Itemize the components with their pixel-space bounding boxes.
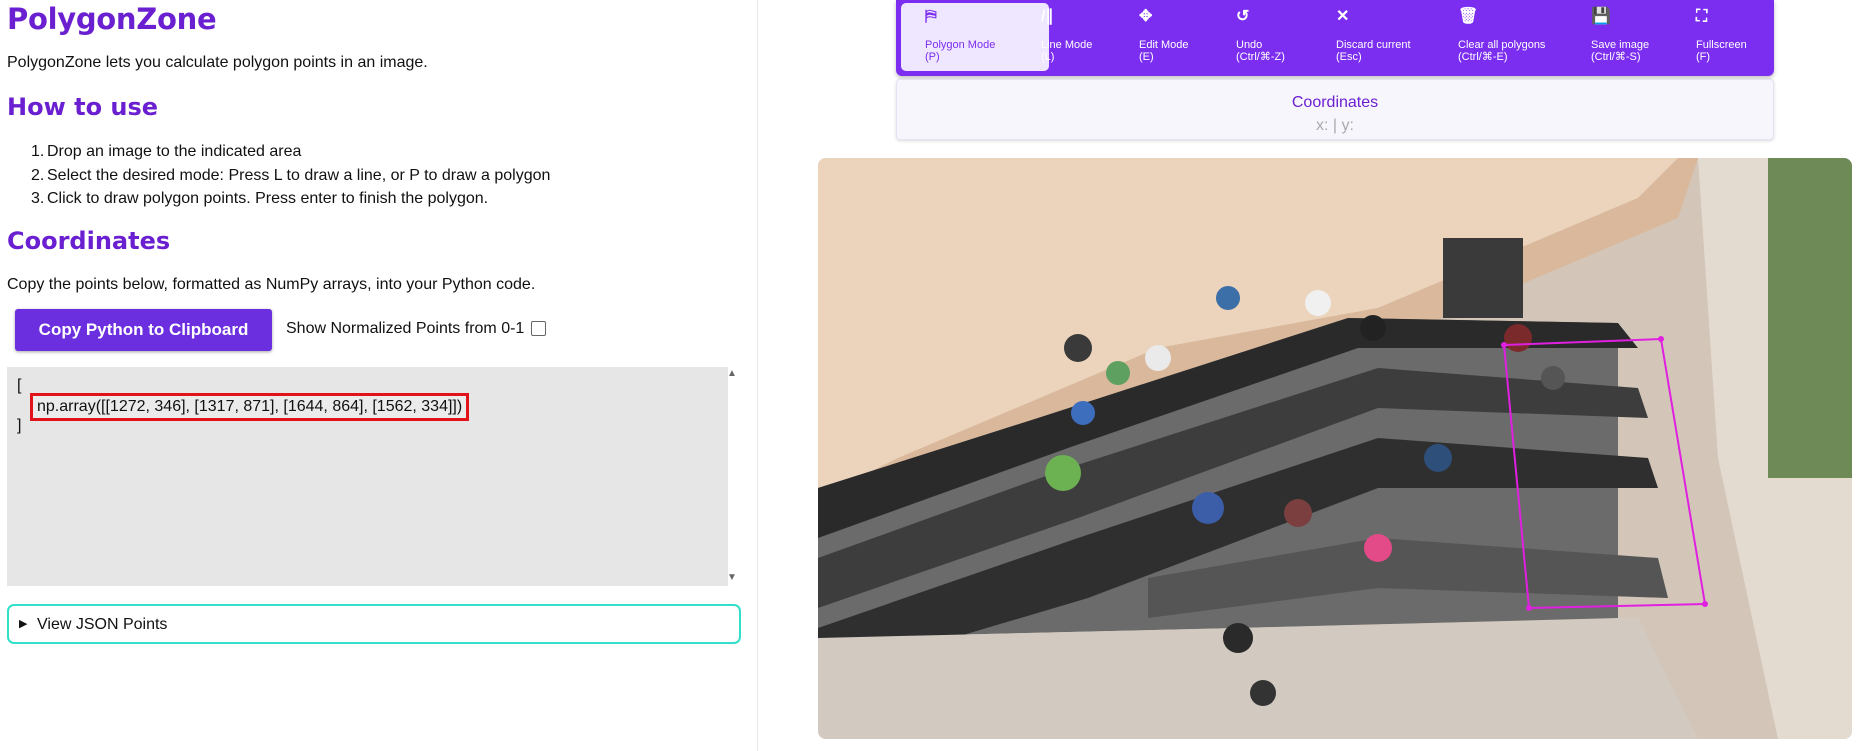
disclosure-triangle-icon: ▶	[19, 618, 28, 630]
coordinates-heading: Coordinates	[7, 227, 171, 255]
polygon-vertex	[1526, 605, 1532, 611]
fullscreen-button[interactable]: ⛶ Fullscreen (F)	[1696, 3, 1768, 71]
coordinates-panel: Coordinates x: | y:	[896, 79, 1774, 140]
save-icon: 💾	[1591, 8, 1611, 25]
app-title: PolygonZone	[7, 2, 217, 36]
trash-icon: 🗑	[1458, 8, 1479, 25]
step-item: Select the desired mode: Press L to draw…	[31, 164, 551, 187]
line-mode-button[interactable]: /∥ Line Mode (L)	[1041, 3, 1136, 71]
normalized-points-checkbox[interactable]	[531, 321, 546, 336]
step-item: Click to draw polygon points. Press ente…	[31, 187, 489, 210]
tool-shortcut: (E)	[1139, 51, 1154, 63]
clear-all-polygons-button[interactable]: 🗑 Clear all polygons (Ctrl/⌘-E)	[1458, 3, 1578, 71]
tool-label: Fullscreen	[1696, 39, 1747, 51]
escalator-photo	[818, 158, 1852, 739]
toolbar: ⛿ Polygon Mode (P) /∥ Line Mode (L) ✥ Ed…	[896, 0, 1774, 76]
normalized-points-label: Show Normalized Points from 0-1	[286, 320, 525, 337]
edit-mode-button[interactable]: ✥ Edit Mode (E)	[1139, 3, 1229, 71]
scroll-down-arrow-icon[interactable]: ▼	[727, 572, 737, 583]
step-item: Drop an image to the indicated area	[31, 140, 302, 163]
instructions-panel: PolygonZone PolygonZone lets you calcula…	[0, 0, 758, 751]
json-points-summary: View JSON Points	[37, 616, 168, 633]
tool-shortcut: (Ctrl/⌘-E)	[1458, 51, 1508, 63]
fullscreen-icon: ⛶	[1696, 8, 1708, 25]
tool-label: Clear all polygons	[1458, 39, 1546, 51]
save-image-button[interactable]: 💾 Save image (Ctrl/⌘-S)	[1591, 3, 1686, 71]
coordinates-panel-title: Coordinates	[1291, 94, 1379, 111]
undo-icon: ↺	[1236, 8, 1250, 25]
tool-shortcut: (Ctrl/⌘-Z)	[1236, 51, 1285, 63]
cursor-coordinates-readout: x: | y:	[1316, 117, 1354, 134]
code-open-bracket: [	[17, 377, 22, 394]
how-to-use-heading: How to use	[7, 93, 159, 121]
code-close-bracket: ]	[17, 417, 22, 434]
numpy-array-line: np.array([[1272, 346], [1317, 871], [164…	[30, 393, 470, 421]
copy-description: Copy the points below, formatted as NumP…	[7, 276, 536, 293]
tool-shortcut: (P)	[925, 51, 940, 63]
python-code-textarea[interactable]: [ np.array([[1272, 346], [1317, 871], [1…	[7, 367, 728, 586]
image-canvas[interactable]	[818, 158, 1852, 739]
polygon-icon: ⛿	[925, 8, 937, 25]
scroll-up-arrow-icon[interactable]: ▲	[727, 368, 737, 379]
polygon-vertex	[1501, 342, 1507, 348]
tool-label: Edit Mode	[1139, 39, 1189, 51]
tool-label: Polygon Mode	[925, 39, 996, 51]
polygon-mode-button[interactable]: ⛿ Polygon Mode (P)	[901, 3, 1049, 71]
tool-label: Save image	[1591, 39, 1650, 51]
tool-shortcut: (F)	[1696, 51, 1711, 63]
undo-button[interactable]: ↺ Undo (Ctrl/⌘-Z)	[1236, 3, 1326, 71]
tool-shortcut: (Ctrl/⌘-S)	[1591, 51, 1641, 63]
discard-current-button[interactable]: ✕ Discard current (Esc)	[1336, 3, 1446, 71]
intro-text: PolygonZone lets you calculate polygon p…	[7, 54, 428, 71]
line-icon: /∥	[1041, 8, 1054, 25]
tool-label: Discard current	[1336, 39, 1411, 51]
tool-label: Undo	[1236, 39, 1263, 51]
polygon-vertex	[1702, 601, 1708, 607]
polygon-vertex	[1658, 336, 1664, 342]
close-icon: ✕	[1336, 8, 1350, 25]
tool-shortcut: (Esc)	[1336, 51, 1362, 63]
json-points-details[interactable]: ▶ View JSON Points	[7, 604, 741, 644]
tool-label: Line Mode	[1041, 39, 1093, 51]
copy-python-button[interactable]: Copy Python to Clipboard	[15, 309, 272, 351]
tool-shortcut: (L)	[1041, 51, 1055, 63]
move-icon: ✥	[1139, 8, 1153, 25]
steps-list: Drop an image to the indicated area Sele…	[7, 140, 550, 211]
